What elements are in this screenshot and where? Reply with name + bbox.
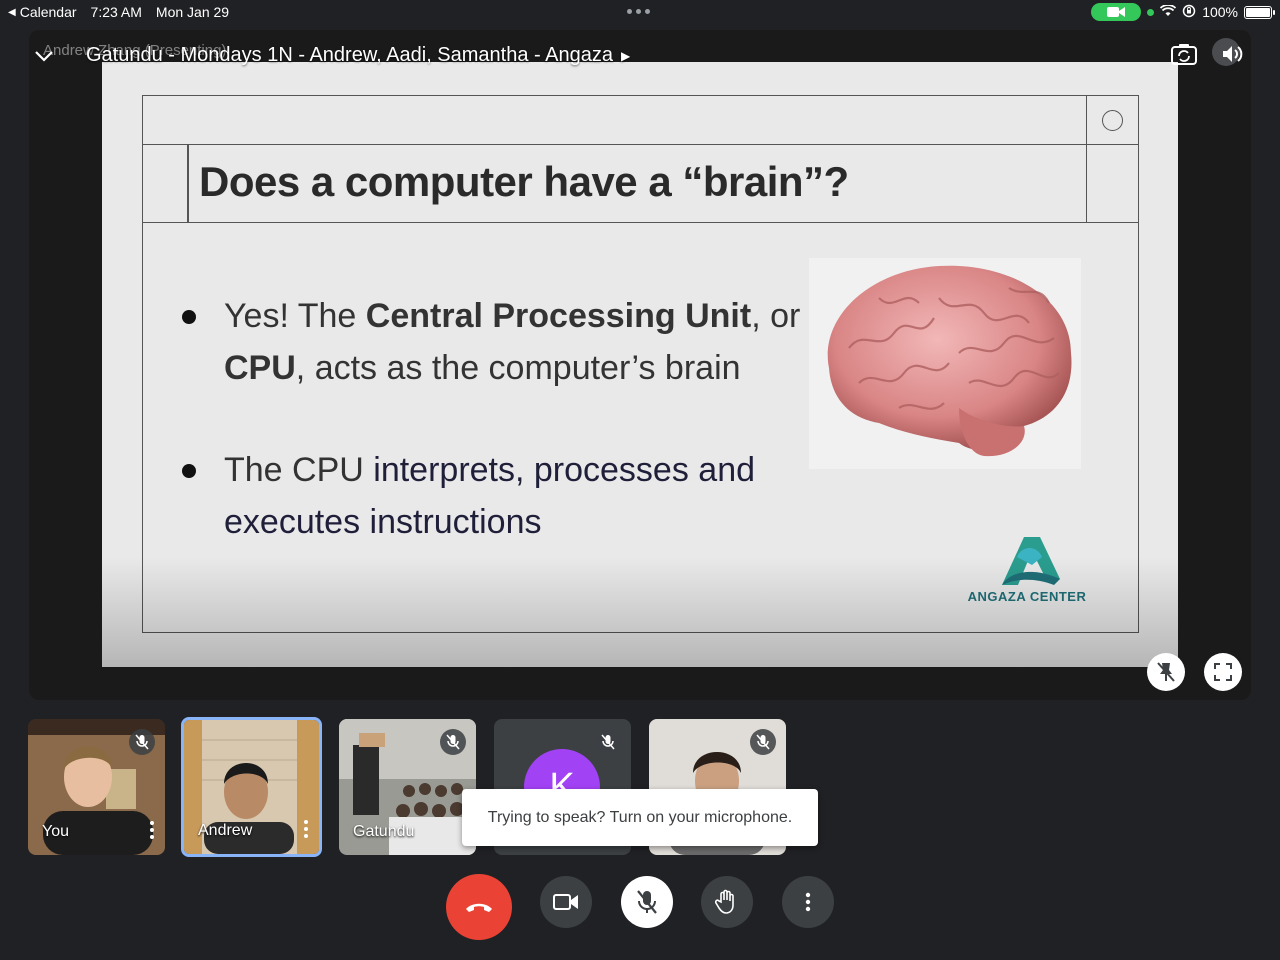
fullscreen-button[interactable] xyxy=(1204,653,1242,691)
mic-off-icon xyxy=(440,729,466,755)
slide-title: Does a computer have a “brain”? xyxy=(199,158,849,205)
caret-right-icon: ▶ xyxy=(620,48,631,63)
mic-toggle-button[interactable] xyxy=(621,876,673,928)
battery-icon xyxy=(1244,5,1275,19)
logo-text: ANGAZA CENTER xyxy=(967,589,1087,604)
slide-bullets: Yes! The Central Processing Unit, or CPU… xyxy=(182,290,802,598)
audio-output-icon[interactable] xyxy=(1212,38,1248,70)
mic-off-icon xyxy=(129,729,155,755)
bullet-item: The CPU interprets, processes and execut… xyxy=(182,444,802,548)
bullet-dot-icon xyxy=(182,310,196,324)
participant-name: You xyxy=(42,823,69,840)
bold-term: Central Processing Unit xyxy=(365,297,752,335)
slide-title-row: Does a computer have a “brain”? xyxy=(143,145,1138,223)
participant-tile-gatundu[interactable]: Gatundu xyxy=(339,719,476,855)
presentation-stage: Does a computer have a “brain”? Yes! The… xyxy=(29,30,1251,700)
more-options-icon[interactable] xyxy=(149,821,155,839)
unpin-button[interactable] xyxy=(1147,653,1185,691)
switch-camera-icon[interactable] xyxy=(1168,38,1200,70)
bullet-item: Yes! The Central Processing Unit, or CPU… xyxy=(182,290,802,394)
status-time: 7:23 AM xyxy=(90,4,142,20)
mic-off-icon xyxy=(637,890,657,914)
mic-off-icon xyxy=(750,729,776,755)
slide-header-row xyxy=(143,96,1138,145)
back-label: Calendar xyxy=(19,4,77,20)
hang-up-button[interactable] xyxy=(446,874,512,940)
video-camera-icon xyxy=(553,894,578,910)
angaza-center-logo: ANGAZA CENTER xyxy=(962,527,1092,607)
meeting-title[interactable]: Gatundu - Mondays 1N - Andrew, Aadi, Sam… xyxy=(86,44,630,67)
participant-name: Andrew xyxy=(198,822,253,839)
participant-tile-you[interactable]: You xyxy=(28,719,165,855)
wifi-icon xyxy=(1160,4,1177,20)
hand-icon xyxy=(715,889,734,914)
more-options-button[interactable] xyxy=(782,876,834,928)
raise-hand-button[interactable] xyxy=(701,876,753,928)
fullscreen-icon xyxy=(1214,663,1232,681)
back-arrow-icon: ◀ xyxy=(8,6,16,18)
status-bar: ◀ Calendar 7:23 AM Mon Jan 29 100% xyxy=(0,0,1280,24)
top-right-controls xyxy=(1168,38,1248,70)
more-vert-icon xyxy=(805,892,811,912)
privacy-indicator-icon xyxy=(1147,8,1155,16)
battery-percent: 100% xyxy=(1202,4,1238,20)
status-date: Mon Jan 29 xyxy=(155,4,230,20)
mic-off-icon xyxy=(595,729,621,755)
multitasking-dots-icon[interactable] xyxy=(627,9,650,14)
shared-slide: Does a computer have a “brain”? Yes! The… xyxy=(102,62,1178,667)
back-to-calendar[interactable]: ◀ Calendar xyxy=(8,4,77,20)
camera-toggle-button[interactable] xyxy=(540,876,592,928)
participant-tile-andrew[interactable]: Andrew xyxy=(181,717,322,857)
more-options-icon[interactable] xyxy=(303,820,309,838)
camera-in-use-icon xyxy=(1091,3,1142,21)
brain-image xyxy=(809,258,1081,469)
bold-term: CPU xyxy=(224,349,296,387)
mic-tooltip: Trying to speak? Turn on your microphone… xyxy=(462,789,818,846)
orientation-lock-icon xyxy=(1182,4,1196,21)
participant-name: Gatundu xyxy=(353,823,415,840)
unpin-icon xyxy=(1157,662,1175,682)
phone-hangup-icon xyxy=(466,903,492,912)
bullet-dot-icon xyxy=(182,464,196,478)
circle-icon xyxy=(1102,110,1123,131)
